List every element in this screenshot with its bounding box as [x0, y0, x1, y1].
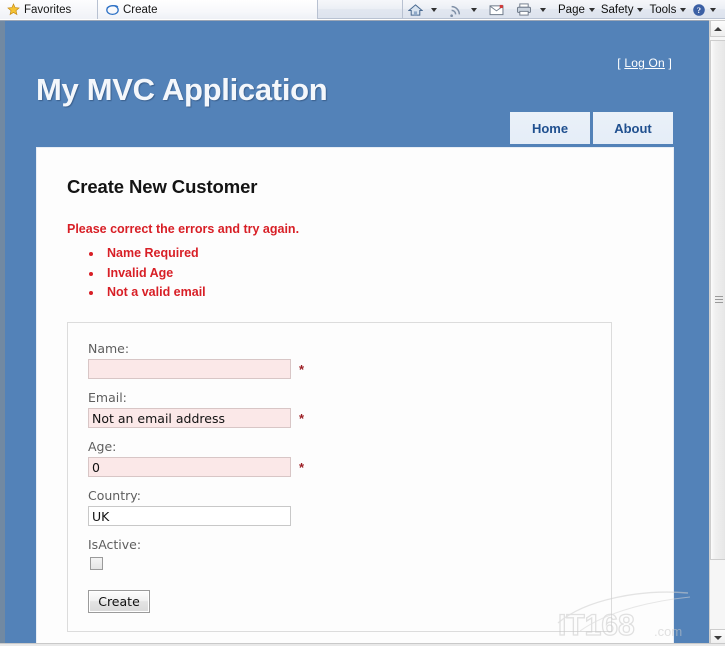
age-label: Age: [88, 439, 117, 454]
scrollbar-thumb[interactable] [710, 40, 725, 560]
svg-text:?: ? [697, 6, 701, 15]
field-isactive: IsActive: [88, 537, 591, 570]
validation-error-item: Invalid Age [103, 266, 643, 280]
field-email: Email: * [88, 390, 591, 428]
nav-item-about[interactable]: About [593, 112, 673, 144]
help-button[interactable]: ? [689, 0, 719, 19]
star-icon [7, 3, 20, 16]
mail-icon [489, 4, 504, 16]
isactive-checkbox[interactable] [90, 557, 103, 570]
chevron-down-icon [471, 7, 477, 12]
login-status: [ Log On ] [617, 56, 672, 70]
nav-item-home-label: Home [531, 120, 569, 136]
validation-error-item: Not a valid email [103, 285, 643, 299]
chevron-down-icon [540, 7, 546, 12]
feeds-dropdown-button[interactable] [466, 0, 480, 19]
web-page: [ Log On ] My MVC Application Home About [0, 21, 710, 646]
validation-error-list: Name Required Invalid Age Not a valid em… [67, 246, 643, 299]
validation-summary: Please correct the errors and try again.… [67, 222, 643, 299]
age-required-marker: * [299, 459, 305, 475]
log-on-link[interactable]: Log On [624, 56, 665, 70]
home-dropdown-button[interactable] [426, 0, 440, 19]
browser-toolbar: Favorites Create Page Safety Tools ? [0, 0, 725, 19]
page-title: Create New Customer [67, 176, 258, 197]
help-icon: ? [692, 3, 706, 17]
create-customer-form: Name: * Email: Not an email address * Ag… [67, 322, 643, 632]
page-viewport: [ Log On ] My MVC Application Home About [0, 20, 725, 646]
isactive-label: IsActive: [88, 537, 142, 552]
browser-tab-label: Create [123, 3, 158, 16]
safety-menu-button[interactable]: Safety [598, 0, 647, 19]
print-button[interactable] [513, 0, 535, 19]
content-card: Create New Customer Please correct the e… [36, 147, 674, 646]
safety-menu-label: Safety [600, 3, 634, 16]
scroll-up-button[interactable] [710, 20, 725, 37]
scroll-down-arrow-icon [714, 635, 722, 640]
internet-explorer-icon [106, 3, 119, 16]
country-label: Country: [88, 488, 141, 503]
feeds-button[interactable] [446, 0, 466, 19]
field-age: Age: * [88, 439, 591, 477]
validation-summary-message: Please correct the errors and try again. [67, 222, 300, 236]
chevron-down-icon [588, 7, 595, 12]
scrollbar-grip-icon [715, 296, 723, 304]
field-name: Name: * [88, 341, 591, 379]
print-dropdown-button[interactable] [535, 0, 549, 19]
browser-tab-create[interactable]: Create [98, 0, 318, 19]
home-icon [408, 3, 423, 17]
email-required-marker: * [299, 410, 305, 426]
chevron-down-icon [637, 7, 644, 12]
create-button[interactable]: Create [88, 590, 150, 613]
favorites-button[interactable]: Favorites [0, 0, 98, 19]
tools-menu-button[interactable]: Tools [646, 0, 689, 19]
site-header: [ Log On ] My MVC Application Home About [0, 21, 710, 144]
login-bracket-close: ] [668, 56, 672, 70]
name-required-marker: * [299, 361, 305, 377]
nav-item-about-label: About [614, 120, 652, 136]
rss-feed-icon [449, 3, 463, 17]
nav-item-home[interactable]: Home [510, 112, 590, 144]
name-input[interactable] [88, 359, 291, 379]
chevron-down-icon [431, 7, 437, 12]
login-bracket-open: [ [617, 56, 621, 70]
chevron-down-icon [680, 7, 687, 12]
main-navigation: Home About [510, 112, 673, 144]
email-input[interactable] [88, 408, 291, 428]
name-label: Name: [88, 341, 130, 356]
form-fieldset: Name: * Email: Not an email address * Ag… [67, 322, 612, 632]
chevron-down-icon [710, 7, 717, 12]
page-menu-button[interactable]: Page [555, 0, 598, 19]
age-input[interactable] [88, 457, 291, 477]
page-menu-label: Page [558, 3, 585, 16]
site-title: My MVC Application [36, 72, 328, 107]
field-country: Country: [88, 488, 591, 526]
home-button[interactable] [405, 0, 426, 19]
email-label: Email: [88, 390, 127, 405]
favorites-label: Favorites [24, 3, 72, 16]
scroll-up-arrow-icon [714, 26, 722, 31]
country-input[interactable] [88, 506, 291, 526]
vertical-scrollbar[interactable] [709, 20, 725, 646]
mail-button[interactable] [486, 0, 507, 19]
browser-window: Favorites Create Page Safety Tools ? [L… [0, 0, 725, 646]
validation-error-item: Name Required [103, 246, 643, 260]
printer-icon [516, 3, 532, 16]
tools-menu-label: Tools [649, 3, 677, 16]
command-bar: Page Safety Tools ? [402, 0, 721, 19]
